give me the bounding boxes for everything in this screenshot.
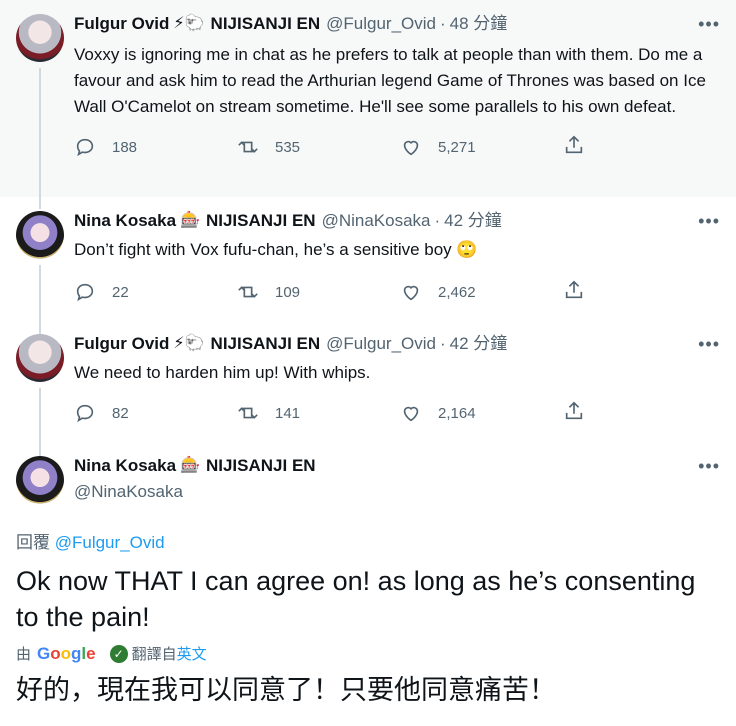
avatar[interactable] bbox=[16, 334, 64, 382]
avatar[interactable] bbox=[16, 211, 64, 259]
translate-language-link[interactable]: 英文 bbox=[177, 643, 207, 664]
avatar[interactable] bbox=[16, 14, 64, 62]
reply-button[interactable]: 82 bbox=[74, 402, 237, 424]
tweet-3[interactable]: Fulgur Ovid ⚡🐑 NIJISANJI EN @Fulgur_Ovid… bbox=[0, 320, 736, 458]
name-emojis: ⚡🐑 bbox=[173, 15, 205, 32]
separator-dot: · bbox=[434, 211, 441, 230]
thread-connector bbox=[39, 442, 41, 454]
share-icon bbox=[565, 135, 583, 154]
tweet-text: Voxxy is ignoring me in chat as he prefe… bbox=[74, 45, 706, 116]
like-count: 5,271 bbox=[438, 138, 476, 156]
thread-connector bbox=[39, 320, 41, 332]
share-button[interactable] bbox=[563, 400, 585, 426]
author-handle[interactable]: @NinaKosaka bbox=[74, 482, 720, 502]
name-emojis: 🎰 bbox=[180, 212, 200, 229]
author-handle[interactable]: @Fulgur_Ovid bbox=[326, 14, 436, 34]
google-logo: Google bbox=[37, 643, 96, 663]
retweet-button[interactable]: 535 bbox=[237, 136, 400, 158]
share-icon bbox=[565, 401, 583, 420]
timestamp[interactable]: 48 分鐘 bbox=[450, 14, 508, 34]
more-icon[interactable]: ••• bbox=[698, 456, 720, 477]
more-icon[interactable]: ••• bbox=[698, 211, 720, 232]
separator-dot: · bbox=[440, 334, 446, 353]
tweet-thread: Fulgur Ovid ⚡🐑 NIJISANJI EN @Fulgur_Ovid… bbox=[0, 0, 736, 708]
retweet-button[interactable]: 141 bbox=[237, 402, 400, 424]
share-icon bbox=[565, 280, 583, 299]
thread-connector bbox=[39, 68, 41, 198]
avatar[interactable] bbox=[16, 456, 64, 504]
reply-count: 22 bbox=[112, 283, 129, 301]
like-button[interactable]: 5,271 bbox=[400, 136, 563, 158]
reply-to-link[interactable]: @Fulgur_Ovid bbox=[55, 533, 165, 552]
reply-button[interactable]: 188 bbox=[74, 136, 237, 158]
retweet-count: 141 bbox=[275, 404, 301, 422]
more-icon[interactable]: ••• bbox=[698, 14, 720, 35]
reply-icon bbox=[76, 404, 94, 423]
name-emojis: ⚡🐑 bbox=[173, 335, 205, 352]
author-name[interactable]: Fulgur Ovid bbox=[74, 334, 169, 354]
reply-count: 188 bbox=[112, 138, 138, 156]
share-button[interactable] bbox=[563, 134, 585, 160]
share-button[interactable] bbox=[563, 279, 585, 305]
check-icon: ✓ bbox=[109, 644, 128, 663]
author-org[interactable]: NIJISANJI EN bbox=[211, 14, 321, 34]
heart-icon bbox=[403, 406, 419, 422]
name-emojis: 🎰 bbox=[180, 457, 200, 474]
heart-icon bbox=[403, 140, 419, 156]
reply-button[interactable]: 22 bbox=[74, 281, 237, 303]
like-count: 2,164 bbox=[438, 404, 476, 422]
like-button[interactable]: 2,462 bbox=[400, 281, 563, 303]
author-handle[interactable]: @Fulgur_Ovid bbox=[326, 334, 436, 354]
timestamp[interactable]: 42 分鐘 bbox=[444, 211, 502, 231]
tweet-2[interactable]: Nina Kosaka 🎰 NIJISANJI EN @NinaKosaka ·… bbox=[0, 197, 736, 335]
tweet-text: Don’t fight with Vox fufu-chan, he’s a s… bbox=[74, 240, 478, 259]
author-name[interactable]: Nina Kosaka bbox=[74, 456, 176, 476]
like-button[interactable]: 2,164 bbox=[400, 402, 563, 424]
retweet-button[interactable]: 109 bbox=[237, 281, 400, 303]
retweet-count: 535 bbox=[275, 138, 301, 156]
retweet-icon bbox=[238, 407, 258, 419]
author-name[interactable]: Nina Kosaka bbox=[74, 211, 176, 231]
retweet-icon bbox=[238, 286, 258, 298]
main-tweet: Nina Kosaka 🎰 NIJISANJI EN @NinaKosaka •… bbox=[0, 442, 736, 708]
like-count: 2,462 bbox=[438, 283, 476, 301]
replying-to: 回覆 @Fulgur_Ovid bbox=[16, 528, 720, 553]
retweet-count: 109 bbox=[275, 283, 301, 301]
author-org[interactable]: NIJISANJI EN bbox=[206, 456, 316, 476]
translated-text: 好的，現在我可以同意了！只要他同意痛苦！ bbox=[16, 675, 556, 705]
reply-icon bbox=[76, 283, 94, 302]
heart-icon bbox=[403, 285, 419, 301]
tweet-text: Ok now THAT I can agree on! as long as h… bbox=[16, 566, 696, 632]
reply-icon bbox=[76, 138, 94, 157]
author-org[interactable]: NIJISANJI EN bbox=[211, 334, 321, 354]
author-handle[interactable]: @NinaKosaka bbox=[322, 211, 431, 231]
translate-action: 翻譯自 bbox=[131, 646, 177, 663]
thread-connector bbox=[39, 197, 41, 209]
timestamp[interactable]: 42 分鐘 bbox=[450, 334, 508, 354]
tweet-text: We need to harden him up! With whips. bbox=[74, 363, 371, 382]
reply-count: 82 bbox=[112, 404, 129, 422]
translate-by-label: 由 bbox=[16, 646, 32, 663]
translation-attribution: 由 Google ✓ 翻譯自 英文 bbox=[16, 643, 720, 664]
separator-dot: · bbox=[440, 14, 446, 33]
tweet-1[interactable]: Fulgur Ovid ⚡🐑 NIJISANJI EN @Fulgur_Ovid… bbox=[0, 0, 736, 198]
author-org[interactable]: NIJISANJI EN bbox=[206, 211, 316, 231]
reply-prefix: 回覆 bbox=[16, 533, 50, 552]
retweet-icon bbox=[238, 141, 258, 153]
author-name[interactable]: Fulgur Ovid bbox=[74, 14, 169, 34]
more-icon[interactable]: ••• bbox=[698, 334, 720, 355]
